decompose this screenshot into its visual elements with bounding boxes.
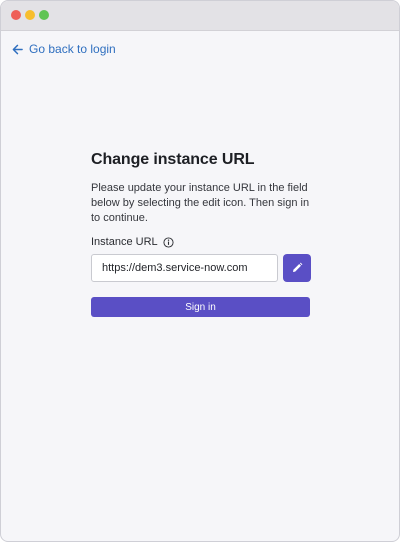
back-to-login-link[interactable]: Go back to login	[12, 42, 116, 56]
instructions-text: Please update your instance URL in the f…	[91, 182, 310, 224]
sign-in-button[interactable]: Sign in	[91, 297, 310, 317]
title-bar	[1, 1, 399, 31]
page-title: Change instance URL	[91, 151, 255, 168]
instance-url-input[interactable]	[91, 254, 278, 282]
instance-url-label-row: Instance URL	[91, 236, 311, 248]
instance-url-label: Instance URL	[91, 236, 158, 248]
arrow-left-icon	[12, 44, 23, 55]
change-url-panel: Change instance URL Please update your i…	[91, 151, 311, 317]
edit-url-button[interactable]	[283, 254, 311, 282]
maximize-window-button[interactable]	[39, 10, 49, 20]
minimize-window-button[interactable]	[25, 10, 35, 20]
instance-url-row	[91, 254, 311, 282]
back-link-label: Go back to login	[29, 42, 116, 56]
app-window: Go back to login Change instance URL Ple…	[0, 0, 400, 542]
pencil-icon	[291, 262, 303, 274]
close-window-button[interactable]	[11, 10, 21, 20]
info-circle-icon[interactable]	[163, 236, 174, 248]
